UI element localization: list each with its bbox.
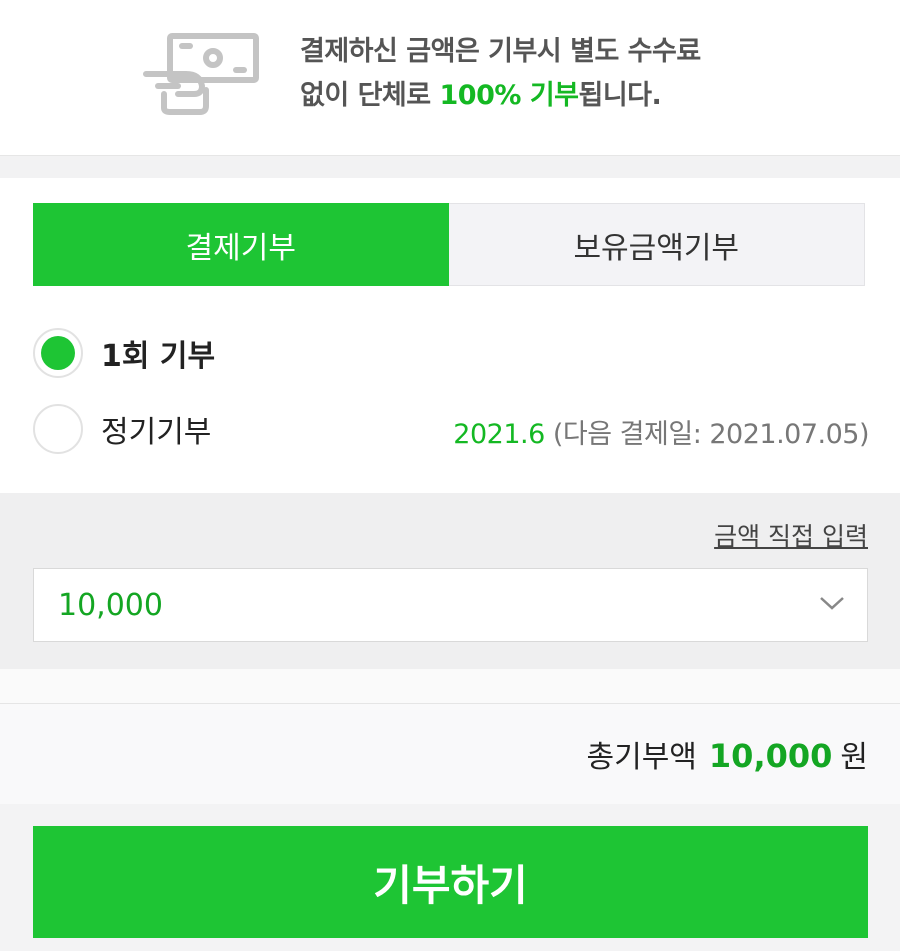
total-unit: 원 <box>840 740 868 775</box>
amount-select[interactable]: 10,000 <box>33 568 868 642</box>
notice-line-1: 결제하신 금액은 기부시 별도 수수료 <box>300 36 701 67</box>
donate-button[interactable]: 기부하기 <box>33 826 868 938</box>
tab-balance-donation[interactable]: 보유금액기부 <box>448 203 865 286</box>
notice-text: 결제하신 금액은 기부시 별도 수수료 없이 단체로 100% 기부됩니다. <box>300 30 701 118</box>
amount-section: 금액 직접 입력 10,000 <box>0 493 900 669</box>
total-amount-section: 총기부액 10,000 원 <box>0 703 900 805</box>
next-payment-date: (다음 결제일: 2021.07.05) <box>552 419 870 450</box>
notice-highlight: 100% 기부 <box>439 80 580 111</box>
total-amount-line: 총기부액 10,000 원 <box>587 732 869 776</box>
option-regular-label: 정기기부 <box>101 415 212 450</box>
notice-banner: 결제하신 금액은 기부시 별도 수수료 없이 단체로 100% 기부됩니다. <box>0 0 900 155</box>
radio-regular[interactable] <box>33 404 83 454</box>
section-divider <box>0 155 900 178</box>
donation-type-tabs: 결제기부 보유금액기부 <box>33 203 865 286</box>
money-hand-icon <box>143 33 259 115</box>
radio-once[interactable] <box>33 328 83 378</box>
amount-select-value: 10,000 <box>58 587 163 623</box>
direct-amount-input-link[interactable]: 금액 직접 입력 <box>714 517 868 553</box>
schedule-info: 2021.6 (다음 결제일: 2021.07.05) <box>453 412 869 451</box>
radio-selected-dot <box>41 336 75 370</box>
spacer <box>0 669 900 703</box>
tab-payment-donation[interactable]: 결제기부 <box>33 203 449 286</box>
notice-line-2: 없이 단체로 100% 기부됩니다. <box>300 80 662 111</box>
option-once-label: 1회 기부 <box>101 339 216 374</box>
chevron-down-icon <box>820 597 844 610</box>
total-label: 총기부액 <box>586 740 697 775</box>
option-once[interactable]: 1회 기부 <box>33 328 215 378</box>
total-value: 10,000 <box>708 737 833 775</box>
option-regular[interactable]: 정기기부 <box>33 404 211 454</box>
schedule-month: 2021.6 <box>453 419 545 450</box>
